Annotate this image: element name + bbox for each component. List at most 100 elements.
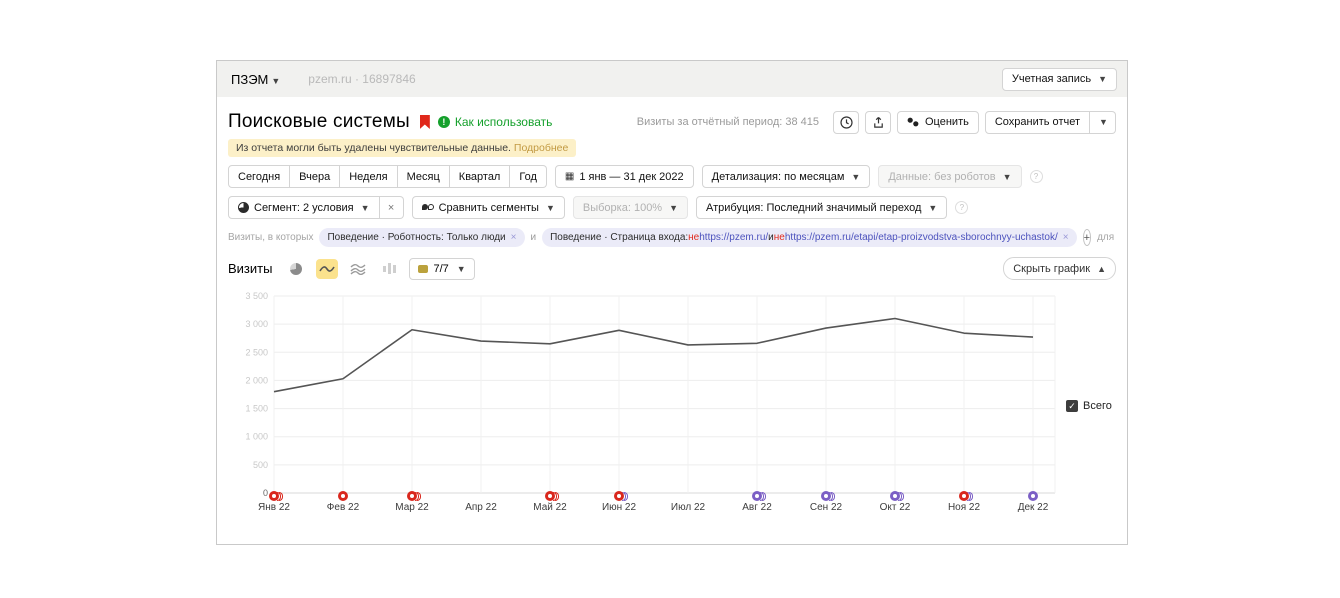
comment-bubble-icon — [614, 491, 624, 501]
annotation-marker[interactable] — [821, 490, 835, 502]
chevron-down-icon: ▼ — [928, 203, 937, 213]
segment-filter-row: Сегмент: 2 условия▼ × Сравнить сегменты▼… — [228, 196, 1116, 219]
chart-toolbar: Визиты 7/7 ▼ — [228, 257, 1116, 280]
save-report-menu-button[interactable]: ▼ — [1090, 111, 1116, 134]
attribution-button[interactable]: Атрибуция: Последний значимый переход▼ — [696, 196, 947, 219]
chevron-down-icon: ▼ — [1003, 172, 1012, 182]
segment-chip-robots[interactable]: Поведение · Роботность: Только люди × — [319, 228, 524, 247]
calendar-icon: ▦ — [565, 171, 574, 182]
x-axis-label: Июл 22 — [655, 502, 721, 513]
export-icon — [872, 116, 885, 129]
report-header: Поисковые системы ! Как использовать Виз… — [228, 107, 1116, 137]
chart-plot[interactable]: 05001 0001 5002 0002 5003 0003 500 — [228, 288, 1108, 523]
segment-conditions-row: Визиты, в которых Поведение · Роботность… — [228, 228, 1116, 247]
period-filter-row: Сегодня Вчера Неделя Месяц Квартал Год ▦… — [228, 165, 1116, 188]
annotation-marker[interactable] — [407, 490, 421, 502]
period-year-button[interactable]: Год — [510, 165, 547, 188]
segment-group: Сегмент: 2 условия▼ × — [228, 196, 404, 219]
save-report-button[interactable]: Сохранить отчет — [985, 111, 1090, 134]
annotation-marker[interactable] — [890, 490, 904, 502]
chevron-down-icon: ▼ — [851, 172, 860, 182]
period-quarter-button[interactable]: Квартал — [450, 165, 511, 188]
period-today-button[interactable]: Сегодня — [228, 165, 290, 188]
history-button[interactable] — [833, 111, 859, 134]
thumbs-rate-icon — [907, 117, 920, 128]
help-icon[interactable]: ? — [955, 201, 968, 214]
metric-label: Визиты — [228, 261, 272, 276]
stacked-comment-arc-icon — [831, 492, 835, 501]
stacked-comment-arc-icon — [555, 492, 559, 501]
export-button[interactable] — [865, 111, 891, 134]
remove-chip-icon[interactable]: × — [511, 232, 517, 243]
counter-selector[interactable]: ПЗЭМ▼ — [231, 72, 280, 87]
compare-segments-button[interactable]: Сравнить сегменты▼ — [412, 196, 565, 219]
clock-icon — [840, 116, 853, 129]
stacked-comment-arc-icon — [417, 492, 421, 501]
quick-period-group: Сегодня Вчера Неделя Месяц Квартал Год — [228, 165, 547, 188]
x-axis-label: Сен 22 — [793, 502, 859, 513]
date-range-button[interactable]: ▦ 1 янв — 31 дек 2022 — [555, 165, 694, 188]
how-to-use-link[interactable]: Как использовать — [455, 115, 553, 129]
account-button[interactable]: Учетная запись▼ — [1002, 68, 1117, 91]
stacked-comment-arc-icon — [969, 492, 973, 501]
stacked-comment-arc-icon — [624, 492, 628, 501]
x-axis-label: Фев 22 — [310, 502, 376, 513]
chevron-down-icon: ▼ — [669, 203, 678, 213]
comment-bubble-icon — [418, 265, 428, 273]
bookmark-icon[interactable] — [420, 115, 430, 129]
annotation-marker[interactable] — [269, 490, 283, 502]
segment-button[interactable]: Сегмент: 2 условия▼ — [228, 196, 380, 219]
sampling-button[interactable]: Выборка: 100%▼ — [573, 196, 688, 219]
period-month-button[interactable]: Месяц — [398, 165, 450, 188]
banner-details-link[interactable]: Подробнее — [514, 142, 568, 154]
remove-chip-icon[interactable]: × — [1063, 232, 1069, 243]
detalization-button[interactable]: Детализация: по месяцам▼ — [702, 165, 871, 188]
pie-chart-icon[interactable] — [285, 259, 307, 279]
annotation-marker[interactable] — [545, 490, 559, 502]
counter-topbar: ПЗЭМ▼ pzem.ru · 16897846 Учетная запись▼ — [217, 61, 1127, 97]
page-title: Поисковые системы — [228, 111, 410, 133]
chevron-down-icon: ▼ — [457, 264, 466, 274]
y-axis-label: 0 — [263, 488, 268, 498]
data-mode-button[interactable]: Данные: без роботов▼ — [878, 165, 1021, 188]
chevron-up-icon: ▲ — [1097, 264, 1106, 274]
y-axis-label: 3 000 — [245, 319, 268, 329]
comment-bubble-icon — [269, 491, 279, 501]
segment-chip-entry-page[interactable]: Поведение · Страница входа: не https://p… — [542, 228, 1077, 247]
clear-segment-button[interactable]: × — [380, 196, 404, 219]
annotation-marker[interactable] — [752, 490, 766, 502]
y-axis-label: 500 — [253, 460, 268, 470]
visits-line-chart: 05001 0001 5002 0002 5003 0003 500 ✓ Все… — [228, 288, 1116, 523]
comment-bubble-icon — [1028, 491, 1038, 501]
rate-button[interactable]: Оценить — [897, 111, 979, 134]
help-icon[interactable]: ? — [1030, 170, 1043, 183]
points-counter-control[interactable]: 7/7 ▼ — [409, 258, 474, 280]
x-axis-label: Апр 22 — [448, 502, 514, 513]
comment-bubble-icon — [338, 491, 348, 501]
x-axis-label: Авг 22 — [724, 502, 790, 513]
stacked-comment-arc-icon — [279, 492, 283, 501]
save-report-split-button: Сохранить отчет ▼ — [985, 111, 1116, 134]
period-yesterday-button[interactable]: Вчера — [290, 165, 340, 188]
add-visit-condition-button[interactable]: + — [1083, 229, 1091, 246]
stacked-comment-arc-icon — [762, 492, 766, 501]
line-chart-icon[interactable] — [316, 259, 338, 279]
annotation-marker[interactable] — [1028, 490, 1038, 502]
annotation-marker[interactable] — [338, 490, 348, 502]
stacked-comment-arc-icon — [900, 492, 904, 501]
bar-chart-icon[interactable] — [378, 259, 400, 279]
x-axis-label: Дек 22 — [1000, 502, 1066, 513]
info-icon: ! — [438, 116, 450, 128]
annotation-marker[interactable] — [614, 490, 628, 502]
comment-bubble-icon — [407, 491, 417, 501]
x-axis-label: Июн 22 — [586, 502, 652, 513]
annotation-marker[interactable] — [959, 490, 973, 502]
x-axis-label: Мар 22 — [379, 502, 445, 513]
hide-chart-button[interactable]: Скрыть график▲ — [1003, 257, 1116, 280]
area-chart-icon[interactable] — [347, 259, 369, 279]
legend-checkbox[interactable]: ✓ — [1066, 400, 1078, 412]
period-week-button[interactable]: Неделя — [340, 165, 397, 188]
y-axis-label: 2 000 — [245, 375, 268, 385]
x-axis-label: Май 22 — [517, 502, 583, 513]
comment-bubble-icon — [821, 491, 831, 501]
